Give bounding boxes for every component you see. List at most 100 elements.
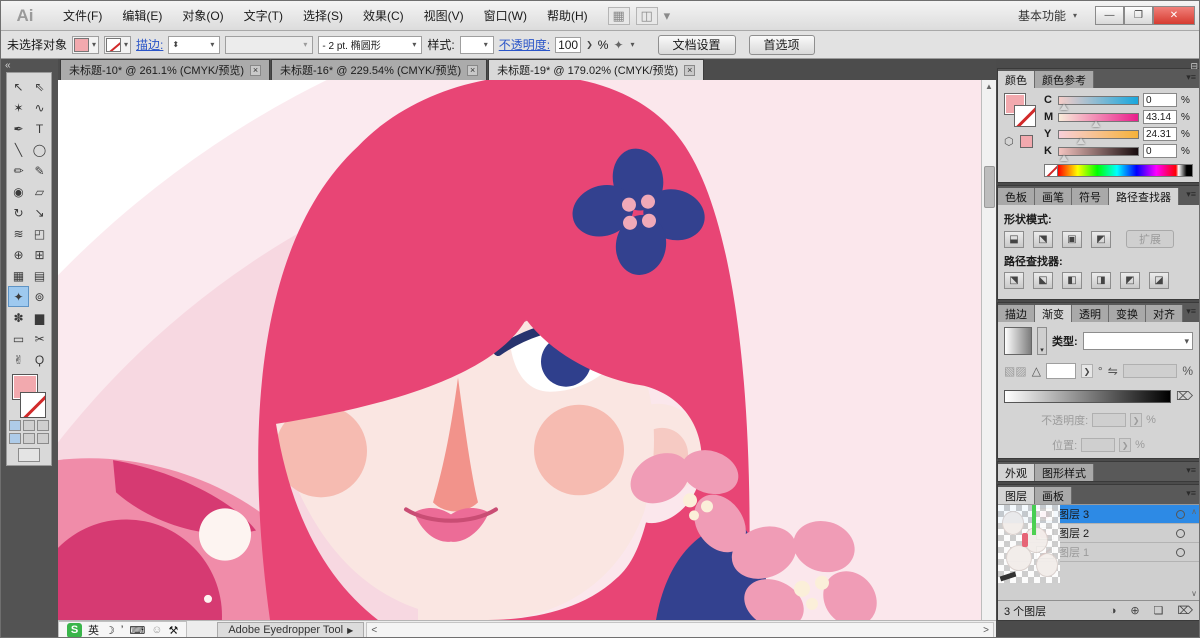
tab-appearance[interactable]: 外观 <box>998 464 1035 481</box>
status-arrow-icon[interactable]: ▶ <box>347 626 353 635</box>
crop-button[interactable]: ◨ <box>1091 272 1111 289</box>
menu-object[interactable]: 对象(O) <box>172 3 233 28</box>
minus-back-button[interactable]: ◪ <box>1149 272 1169 289</box>
menu-view[interactable]: 视图(V) <box>414 3 474 28</box>
gradient-angle-input[interactable] <box>1045 363 1076 379</box>
tab-pathfinder[interactable]: 路径查找器 <box>1109 188 1179 205</box>
tool-perspective-grid[interactable]: ⊞ <box>29 244 50 265</box>
stroke-color-combo[interactable]: ▾ <box>104 35 132 54</box>
tool-type[interactable]: T <box>29 118 50 139</box>
canvas-viewport[interactable] <box>58 80 981 620</box>
vertical-scrollbar[interactable]: ▲ <box>981 80 996 620</box>
tool-scale[interactable]: ↘ <box>29 202 50 223</box>
layers-scroll-up-icon[interactable]: ∧ <box>1191 507 1197 516</box>
outline-button[interactable]: ◩ <box>1120 272 1140 289</box>
menu-file[interactable]: 文件(F) <box>53 3 112 28</box>
gradient-delete-stop-icon[interactable]: ⌦ <box>1176 389 1193 403</box>
toolbox-stroke-swatch[interactable] <box>20 392 46 418</box>
merge-button[interactable]: ◧ <box>1062 272 1082 289</box>
yellow-value-input[interactable]: 24.31 <box>1143 127 1177 141</box>
tool-magic-wand[interactable]: ✶ <box>8 97 29 118</box>
gradient-mode-button[interactable] <box>23 420 35 431</box>
color-panel-menu-icon[interactable]: ▾≡ <box>1186 72 1196 83</box>
gradient-type-combo[interactable]: ▾ <box>1082 332 1193 350</box>
exclude-button[interactable]: ◩ <box>1091 230 1111 248</box>
new-layer-button[interactable]: ❏ <box>1154 604 1164 617</box>
fill-color-combo[interactable]: ▾ <box>72 35 100 54</box>
ime-person-icon[interactable]: ☺ <box>151 624 162 636</box>
ime-keyboard-icon[interactable]: ⌨ <box>129 624 145 637</box>
variable-width-combo[interactable]: ▾ <box>225 35 314 54</box>
tool-blend[interactable]: ⊚ <box>29 286 50 307</box>
minimize-button[interactable]: — <box>1095 6 1124 25</box>
hscroll-right-icon[interactable]: > <box>979 625 993 636</box>
layer-1-target-icon[interactable] <box>1176 547 1185 557</box>
stroke-weight-combo[interactable]: ⬍ ▾ <box>168 35 221 54</box>
tool-symbol-sprayer[interactable]: ✽ <box>8 307 29 328</box>
menu-help[interactable]: 帮助(H) <box>537 3 598 28</box>
delete-layer-button[interactable]: ⌦ <box>1177 604 1193 617</box>
ime-punct-icon[interactable]: ’ <box>121 624 123 636</box>
menu-select[interactable]: 选择(S) <box>293 3 353 28</box>
tool-paintbrush[interactable]: ✏ <box>8 160 29 181</box>
gradient-panel-menu-icon[interactable]: ▾≡ <box>1186 306 1196 317</box>
opacity-spinner-icon[interactable]: ❯ <box>586 40 593 49</box>
tool-pen[interactable]: ✒ <box>8 118 29 139</box>
ime-lang-toggle[interactable]: 英 <box>88 622 99 637</box>
stroke-swatch-none[interactable] <box>106 37 122 52</box>
make-clipping-mask-button[interactable]: ◑ <box>1110 605 1117 617</box>
new-sublayer-button[interactable]: ⊕ <box>1130 604 1139 617</box>
tool-slice[interactable]: ✂ <box>29 328 50 349</box>
doc-tab-1[interactable]: 未标题-10* @ 261.1% (CMYK/预览) × <box>60 59 270 80</box>
intersect-button[interactable]: ▣ <box>1062 230 1082 248</box>
tab-graphic-styles[interactable]: 图形样式 <box>1035 464 1094 481</box>
tool-graph[interactable]: ▆ <box>29 307 50 328</box>
canvas-artwork[interactable] <box>58 80 981 620</box>
expand-button[interactable]: 扩展 <box>1126 230 1174 248</box>
cyan-slider[interactable] <box>1058 95 1139 110</box>
appearance-panel-menu-icon[interactable]: ▾≡ <box>1186 465 1196 476</box>
magenta-slider-marker[interactable] <box>1092 120 1101 127</box>
tool-rotate[interactable]: ↻ <box>8 202 29 223</box>
tab-stroke[interactable]: 描边 <box>998 305 1035 322</box>
stroke-weight-link[interactable]: 描边: <box>136 36 163 53</box>
opacity-link[interactable]: 不透明度: <box>499 36 550 53</box>
cyan-slider-marker[interactable] <box>1059 103 1068 110</box>
layers-panel-menu-icon[interactable]: ▾≡ <box>1186 488 1196 499</box>
doc-tab-2[interactable]: 未标题-16* @ 229.54% (CMYK/预览) × <box>271 59 488 80</box>
draw-normal-button[interactable] <box>9 433 21 444</box>
arrange-documents-icon[interactable]: ▦ <box>607 6 630 25</box>
yellow-slider[interactable] <box>1058 129 1139 144</box>
tool-selection[interactable]: ↖ <box>8 76 29 97</box>
out-of-gamut-cube-icon[interactable]: ⬡ <box>1004 135 1014 148</box>
tab-align[interactable]: 对齐 <box>1146 305 1183 322</box>
pathfinder-panel-menu-icon[interactable]: ▾≡ <box>1186 189 1196 200</box>
tab-symbols[interactable]: 符号 <box>1072 188 1109 205</box>
doc-tab-2-close-icon[interactable]: × <box>467 64 479 76</box>
layer-3-name[interactable]: 图层 3 <box>1058 506 1089 522</box>
draw-inside-button[interactable] <box>37 433 49 444</box>
tool-blob-brush[interactable]: ◉ <box>8 181 29 202</box>
tool-shape-builder[interactable]: ⊕ <box>8 244 29 265</box>
document-setup-button[interactable]: 文档设置 <box>657 34 736 55</box>
tool-pencil[interactable]: ✎ <box>29 160 50 181</box>
tool-mesh[interactable]: ▦ <box>8 265 29 286</box>
gradient-aspect-input[interactable] <box>1122 364 1178 378</box>
brush-definition-combo[interactable]: - 2 pt. 椭圆形 ▾ <box>318 35 423 54</box>
vscroll-thumb[interactable] <box>984 166 995 209</box>
tool-hand[interactable]: ✌ <box>8 349 29 370</box>
horizontal-scrollbar[interactable]: < > <box>366 622 994 637</box>
cyan-value-input[interactable]: 0 <box>1143 93 1177 107</box>
ime-logo-icon[interactable]: S <box>67 622 82 637</box>
layer-2-target-icon[interactable] <box>1176 528 1185 538</box>
restore-button[interactable]: ❐ <box>1124 6 1153 25</box>
tool-gradient[interactable]: ▤ <box>29 265 50 286</box>
spectrum-none-swatch[interactable] <box>1045 165 1058 176</box>
opacity-input[interactable]: 100 <box>555 36 582 53</box>
tool-artboard[interactable]: ▭ <box>8 328 29 349</box>
gradient-angle-spinner-icon[interactable]: ❯ <box>1080 364 1093 378</box>
layer-3-target-icon[interactable] <box>1176 509 1185 519</box>
color-spectrum-bar[interactable] <box>1044 164 1193 177</box>
divide-button[interactable]: ⬔ <box>1004 272 1024 289</box>
recolor-artwork-icon[interactable]: ✦ <box>613 38 623 52</box>
